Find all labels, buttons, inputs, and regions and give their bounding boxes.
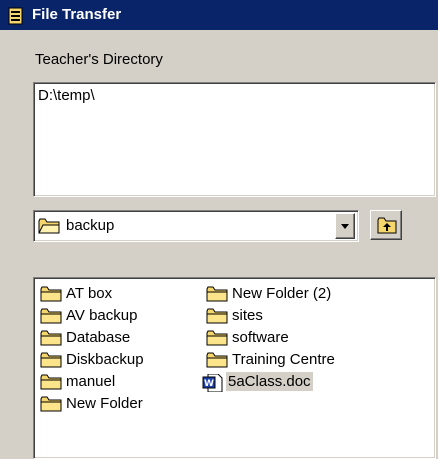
teacher-directory-label: Teacher's Directory — [35, 51, 163, 68]
folder-icon — [38, 218, 60, 234]
item-label: Diskbackup — [66, 351, 144, 368]
item-label: manuel — [66, 373, 116, 390]
folder-icon — [40, 352, 62, 368]
folder-icon — [40, 330, 62, 346]
dropdown-arrow-button[interactable] — [335, 213, 355, 239]
item-label: sites — [232, 307, 263, 324]
folder-icon — [206, 308, 228, 324]
item-label: New Folder (2) — [232, 285, 332, 302]
folder-icon — [40, 396, 62, 412]
item-label: software — [232, 329, 289, 346]
folder-icon — [206, 286, 228, 302]
up-folder-icon — [377, 217, 397, 234]
folder-icon — [206, 330, 228, 346]
title-bar[interactable]: File Transfer — [0, 0, 438, 30]
folder-icon — [40, 286, 62, 302]
item-label: AV backup — [66, 307, 138, 324]
file-transfer-icon — [8, 7, 23, 25]
item-label: Training Centre — [232, 351, 335, 368]
window-title: File Transfer — [32, 6, 122, 23]
folder-icon — [40, 308, 62, 324]
chevron-down-icon — [341, 224, 349, 229]
folder-dropdown[interactable]: backup — [33, 210, 359, 242]
word-document-icon: W — [202, 374, 223, 392]
up-one-level-button[interactable] — [370, 210, 402, 240]
item-label: 5aClass.doc — [226, 372, 313, 391]
svg-text:W: W — [204, 379, 214, 389]
folder-dropdown-value: backup — [66, 217, 115, 234]
teacher-directory-field[interactable]: D:\temp\ — [33, 82, 436, 197]
item-label: AT box — [66, 285, 113, 302]
file-list[interactable]: AT box AV backup Database Diskbackup manuel N… — [33, 277, 436, 459]
folder-icon — [40, 374, 62, 390]
folder-icon — [206, 352, 228, 368]
directory-path: D:\temp\ — [38, 87, 95, 104]
item-label: New Folder — [66, 395, 143, 412]
item-label: Database — [66, 329, 131, 346]
